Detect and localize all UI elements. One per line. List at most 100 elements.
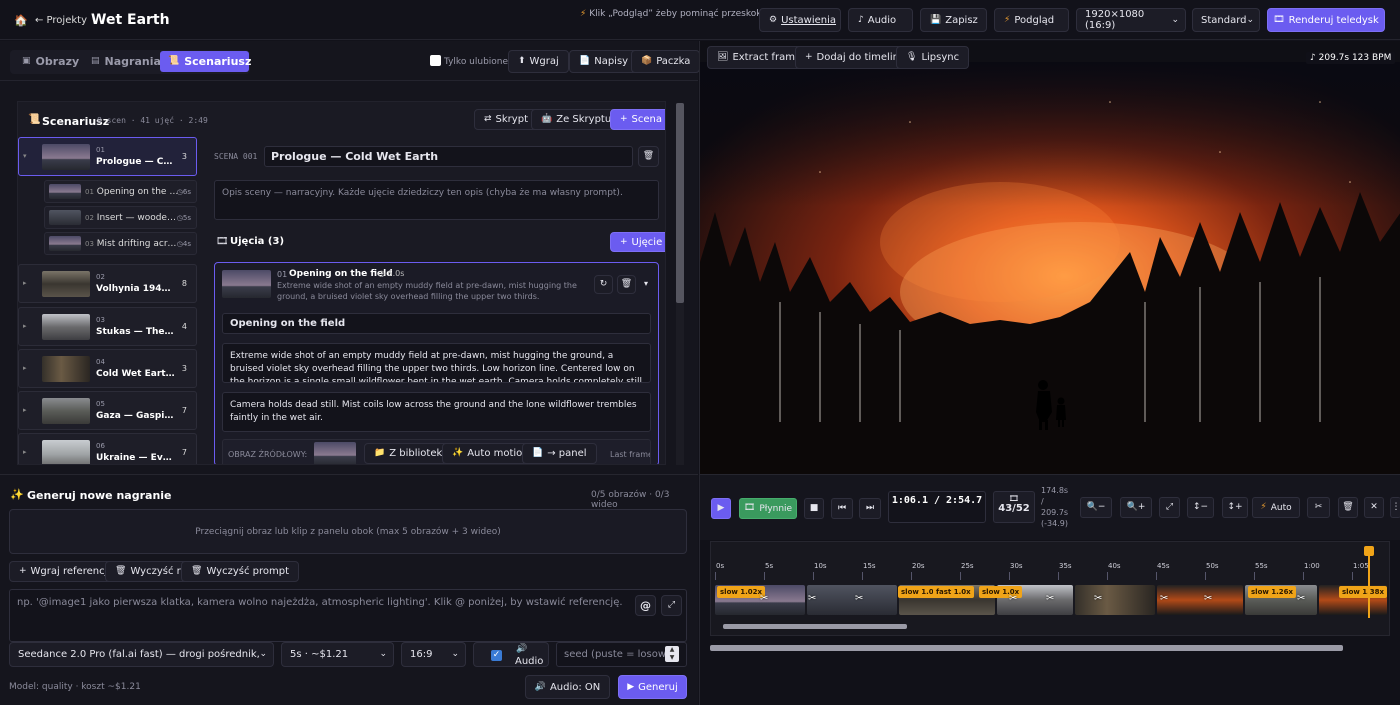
scene-item[interactable]: ▸ 03 Stukas — The Sand 4 bbox=[18, 307, 197, 346]
timeline-clip[interactable] bbox=[1075, 585, 1155, 615]
timeline-clip[interactable] bbox=[807, 585, 897, 615]
audio-toggle-button[interactable]: 🔊 Audio: ON bbox=[525, 675, 610, 699]
scene-item[interactable]: ▾ 01 Prologue — Cold Wet Earth 3 bbox=[18, 137, 197, 176]
cut-button[interactable]: ✂ bbox=[1307, 497, 1330, 518]
previous-button[interactable]: ⏮ bbox=[831, 498, 853, 519]
auto-button[interactable]: ⚡ Auto bbox=[1252, 497, 1300, 518]
duration-select[interactable]: 5s · ~$1.21 ⌄ bbox=[281, 642, 394, 667]
scissors-icon[interactable]: ✂ bbox=[1009, 593, 1017, 604]
timeline-scrollbar-thumb[interactable] bbox=[723, 624, 907, 629]
source-image-thumbnail[interactable] bbox=[314, 442, 356, 464]
scrollbar-track[interactable] bbox=[676, 103, 684, 465]
upload-button[interactable]: ⬆ Wgraj bbox=[508, 50, 569, 73]
horizontal-scrollbar[interactable] bbox=[710, 645, 1343, 651]
package-button[interactable]: 📦 Paczka bbox=[631, 50, 701, 73]
settings-button[interactable]: ⚙ Ustawienia bbox=[759, 8, 841, 32]
smooth-playback-button[interactable]: 🎞 Płynnie bbox=[739, 498, 797, 519]
scissors-icon[interactable]: ✂ bbox=[1204, 593, 1212, 604]
timeline-tick-mark bbox=[764, 572, 765, 580]
zoom-in-button[interactable]: 🔍+ bbox=[1120, 497, 1152, 518]
delete-shot-button[interactable]: 🗑 bbox=[617, 275, 636, 294]
scene-item[interactable]: ▸ 04 Cold Wet Earth — Reprise 3 bbox=[18, 349, 197, 388]
speed-tag[interactable]: slow 1.38x bbox=[1339, 586, 1388, 598]
model-select[interactable]: Seedance 2.0 Pro (fal.ai fast) — drogi p… bbox=[9, 642, 274, 667]
shot-number: 01 bbox=[277, 270, 288, 279]
scrollbar-thumb[interactable] bbox=[676, 103, 684, 303]
scene-title-input[interactable]: Prologue — Cold Wet Earth bbox=[264, 146, 633, 167]
scene-item[interactable]: ▸ 06 Ukraine — Every Field 7 bbox=[18, 433, 197, 464]
shot-item[interactable]: 03 Mist drifting across ◷4s bbox=[44, 232, 197, 255]
scene-item[interactable]: ▸ 05 Gaza — Gasping, Falling 7 bbox=[18, 391, 197, 430]
close-button[interactable]: ✕ bbox=[1364, 497, 1384, 518]
render-button[interactable]: 🎞 Renderuj teledysk bbox=[1267, 8, 1385, 32]
chevron-down-icon: ⌄ bbox=[1171, 14, 1179, 25]
audio-checkbox[interactable]: ✓ bbox=[491, 650, 502, 661]
speed-tag[interactable]: fast 1.0x bbox=[933, 586, 974, 598]
shot-item[interactable]: 01 Opening on the field ◷6s bbox=[44, 180, 197, 203]
expand-button[interactable]: ⤢ bbox=[661, 595, 682, 616]
more-button[interactable]: ⋮ bbox=[1390, 497, 1400, 518]
add-scene-button[interactable]: + Scena bbox=[610, 109, 665, 130]
chevron-down-icon[interactable]: ▾ bbox=[644, 280, 648, 288]
stop-button[interactable]: ■ bbox=[804, 498, 824, 519]
generate-button[interactable]: ▶ Generuj bbox=[618, 675, 687, 699]
quality-select[interactable]: Standard ⌄ bbox=[1192, 8, 1260, 32]
back-to-projects-link[interactable]: ← Projekty bbox=[35, 15, 87, 26]
lipsync-button[interactable]: 🎙 Lipsync bbox=[896, 46, 970, 69]
add-shot-button[interactable]: + Ujęcie bbox=[610, 232, 665, 252]
tab-images[interactable]: ▣ Obrazy bbox=[14, 51, 87, 72]
preview-button[interactable]: ⚡ Podgląd bbox=[994, 8, 1069, 32]
subtitles-button[interactable]: 📄 Napisy bbox=[569, 50, 639, 73]
timeline-clip[interactable] bbox=[1157, 585, 1243, 615]
to-panel-button[interactable]: 📄 → panel bbox=[522, 443, 597, 464]
scissors-icon[interactable]: ✂ bbox=[1160, 593, 1168, 604]
shrink-height-button[interactable]: ↕− bbox=[1187, 497, 1214, 518]
clear-prompt-button[interactable]: 🗑 Wyczyść prompt bbox=[181, 561, 299, 582]
audio-button[interactable]: ♪ Audio bbox=[848, 8, 913, 32]
shot-motion-input[interactable]: Camera holds dead still. Mist coils low … bbox=[222, 392, 651, 432]
delete-scene-button[interactable]: 🗑 bbox=[638, 146, 659, 167]
shot-title-input[interactable]: Opening on the field bbox=[222, 313, 651, 334]
from-script-button[interactable]: 🤖 Ze Skryptu bbox=[531, 109, 622, 130]
speed-tag[interactable]: slow 1.02x bbox=[717, 586, 766, 598]
tab-recordings[interactable]: ▤ Nagrania bbox=[83, 51, 169, 72]
delete-clip-button[interactable]: 🗑 bbox=[1338, 497, 1358, 518]
video-preview[interactable] bbox=[700, 62, 1400, 474]
stop-icon: ■ bbox=[809, 503, 819, 513]
package-icon: 📦 bbox=[641, 56, 653, 66]
scene-description-input[interactable]: Opis sceny — narracyjny. Każde ujęcie dz… bbox=[214, 180, 659, 220]
resolution-select[interactable]: 1920×1080 (16:9) ⌄ bbox=[1076, 8, 1186, 32]
audio-option[interactable]: ✓ 🔊 Audio bbox=[473, 642, 549, 667]
scissors-icon[interactable]: ✂ bbox=[1297, 593, 1305, 604]
scissors-icon[interactable]: ✂ bbox=[1094, 593, 1102, 604]
fit-button[interactable]: ⤢ bbox=[1159, 497, 1180, 518]
grow-height-button[interactable]: ↕+ bbox=[1222, 497, 1248, 518]
next-button[interactable]: ⏭ bbox=[859, 498, 881, 519]
tab-script[interactable]: 📜 Scenariusz bbox=[160, 51, 251, 72]
prompt-input[interactable]: np. '@image1 jako pierwsza klatka, kamer… bbox=[9, 589, 687, 642]
shot-card: 01 Opening on the field ◷ 6.0s Extreme w… bbox=[214, 262, 659, 464]
zoom-out-button[interactable]: 🔍− bbox=[1080, 497, 1112, 518]
script-button[interactable]: ⇄ Skrypt bbox=[474, 109, 538, 130]
speed-tag[interactable]: slow 1.26x bbox=[1248, 586, 1297, 598]
scissors-icon[interactable]: ✂ bbox=[808, 593, 816, 604]
shot-item[interactable]: 02 Insert — wooden cross ◷5s bbox=[44, 206, 197, 229]
rotate-button[interactable]: ↻ bbox=[594, 275, 613, 294]
scissors-icon[interactable]: ✂ bbox=[1046, 593, 1054, 604]
scissors-icon[interactable]: ✂ bbox=[760, 593, 768, 604]
house-icon[interactable]: 🏠 bbox=[14, 14, 28, 27]
favorites-checkbox[interactable] bbox=[430, 55, 441, 66]
ratio-select[interactable]: 16:9 ⌄ bbox=[401, 642, 466, 667]
shot-prompt-input[interactable]: Extreme wide shot of an empty muddy fiel… bbox=[222, 343, 651, 383]
timeline[interactable]: 0s 5s 10s 15s 20s 25s 30s 35s 40s 45s 50s 55s 1:00 1:… bbox=[710, 541, 1390, 636]
save-button[interactable]: 💾 Zapisz bbox=[920, 8, 987, 32]
timeline-tick-label: 10s bbox=[814, 562, 827, 570]
shot-duration: ◷6s bbox=[176, 188, 191, 196]
reference-dropzone[interactable]: Przeciągnij obraz lub klip z panelu obok… bbox=[9, 509, 687, 554]
scissors-icon[interactable]: ✂ bbox=[855, 593, 863, 604]
seed-stepper[interactable]: ▲ ▼ bbox=[665, 646, 679, 662]
play-button[interactable]: ▶ bbox=[711, 498, 731, 519]
mention-button[interactable]: @ bbox=[635, 595, 656, 616]
scene-item[interactable]: ▸ 02 Volhynia 1943 — Wet Soil 8 bbox=[18, 264, 197, 303]
shot-duration-value: 4s bbox=[182, 240, 191, 248]
